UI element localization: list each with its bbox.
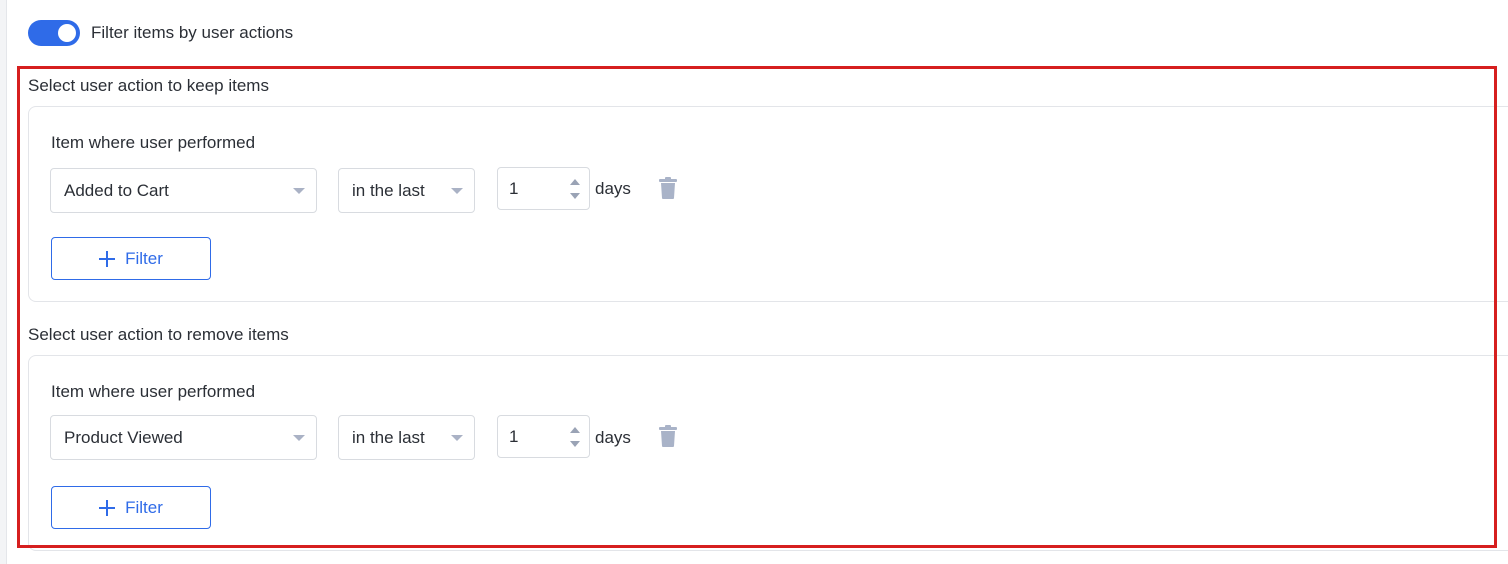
add-filter-label: Filter	[125, 497, 163, 517]
stepper-up-icon[interactable]	[570, 179, 580, 185]
stepper-up-icon[interactable]	[570, 427, 580, 433]
number-stepper[interactable]	[570, 177, 580, 201]
remove-unit-label: days	[595, 428, 631, 447]
add-filter-label: Filter	[125, 248, 163, 268]
toggle-label: Filter items by user actions	[91, 23, 294, 42]
keep-timeframe-select[interactable]: in the last	[338, 168, 475, 213]
trash-icon[interactable]	[659, 425, 677, 447]
page: Filter items by user actions Select user…	[0, 0, 1508, 564]
keep-unit-label: days	[595, 179, 631, 198]
left-divider	[0, 0, 7, 564]
number-stepper[interactable]	[570, 425, 580, 449]
keep-section-panel: Item where user performed Added to Cart …	[28, 106, 1508, 302]
filter-by-actions-toggle[interactable]	[28, 20, 80, 46]
toggle-knob	[58, 24, 76, 42]
remove-amount-value: 1	[509, 426, 519, 446]
keep-amount-input[interactable]: 1	[497, 167, 590, 210]
stepper-down-icon[interactable]	[570, 441, 580, 447]
keep-section-title: Select user action to keep items	[28, 76, 269, 95]
chevron-down-icon	[451, 434, 463, 441]
remove-condition-label: Item where user performed	[51, 382, 256, 401]
trash-icon[interactable]	[659, 177, 677, 199]
keep-add-filter-button[interactable]: Filter	[51, 237, 211, 280]
keep-timeframe-value: in the last	[352, 180, 425, 200]
chevron-down-icon	[293, 434, 305, 441]
keep-condition-label: Item where user performed	[51, 133, 256, 152]
chevron-down-icon	[451, 187, 463, 194]
filter-toggle-row: Filter items by user actions	[28, 20, 293, 46]
plus-icon	[99, 499, 116, 516]
chevron-down-icon	[293, 187, 305, 194]
remove-section-title: Select user action to remove items	[28, 325, 289, 344]
remove-timeframe-select[interactable]: in the last	[338, 415, 475, 460]
stepper-down-icon[interactable]	[570, 193, 580, 199]
plus-icon	[99, 250, 116, 267]
remove-action-select[interactable]: Product Viewed	[50, 415, 317, 460]
remove-action-value: Product Viewed	[64, 427, 183, 447]
keep-action-value: Added to Cart	[64, 180, 169, 200]
remove-add-filter-button[interactable]: Filter	[51, 486, 211, 529]
remove-section-panel: Item where user performed Product Viewed…	[28, 355, 1508, 551]
remove-amount-input[interactable]: 1	[497, 415, 590, 458]
keep-amount-value: 1	[509, 178, 519, 198]
remove-timeframe-value: in the last	[352, 427, 425, 447]
keep-action-select[interactable]: Added to Cart	[50, 168, 317, 213]
